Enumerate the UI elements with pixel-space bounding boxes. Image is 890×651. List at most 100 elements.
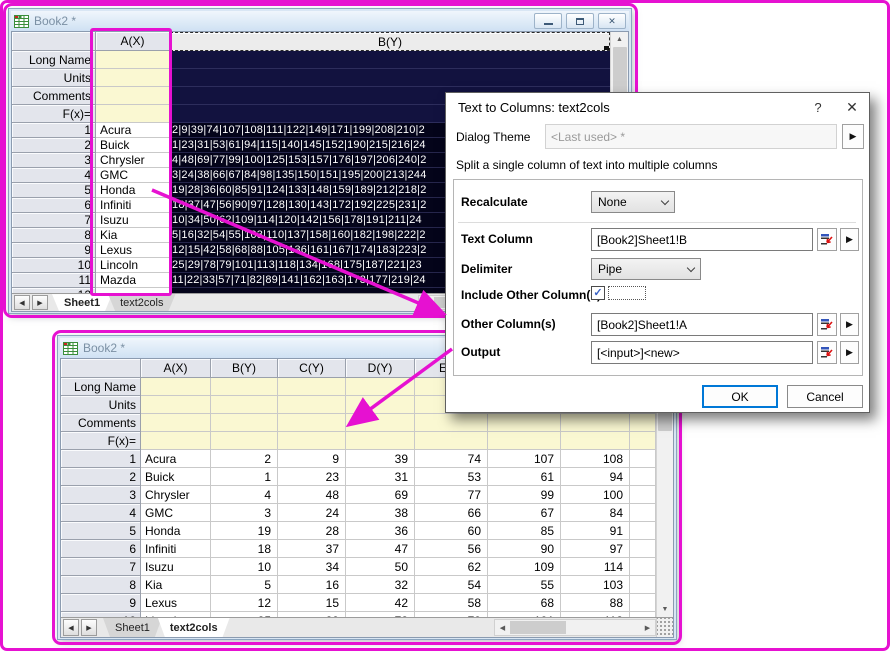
cell-empty[interactable] (630, 504, 656, 522)
label-cell[interactable] (346, 396, 415, 414)
row-label[interactable]: Units (12, 69, 96, 87)
row-number[interactable]: 2 (61, 468, 141, 486)
other-columns-flyout-button[interactable]: ▶ (840, 313, 859, 336)
label-cell[interactable] (211, 396, 278, 414)
cell-value[interactable]: 34 (278, 558, 346, 576)
titlebar[interactable]: Book2 * ✕ (11, 11, 629, 31)
delimiter-dropdown[interactable]: Pipe (591, 258, 701, 280)
label-cell[interactable] (415, 432, 488, 450)
recalculate-dropdown[interactable]: None (591, 191, 675, 213)
row-number[interactable]: 4 (61, 504, 141, 522)
cell-value[interactable]: 5 (211, 576, 278, 594)
row-number[interactable]: 11 (12, 273, 96, 288)
label-cell[interactable] (630, 414, 656, 432)
cell-car-name[interactable]: Honda (141, 522, 211, 540)
row-number[interactable]: 5 (12, 183, 96, 198)
horizontal-scrollbar[interactable]: ◀ ▶ (494, 619, 656, 636)
row-label[interactable]: Comments (61, 414, 141, 432)
label-cell[interactable] (278, 378, 346, 396)
cell-value[interactable]: 36 (346, 522, 415, 540)
label-cell[interactable] (141, 396, 211, 414)
theme-flyout-button[interactable]: ▶ (842, 124, 864, 149)
scroll-left-icon[interactable]: ◀ (419, 296, 434, 309)
cell-value[interactable]: 94 (561, 468, 630, 486)
row-number[interactable]: 7 (12, 213, 96, 228)
text-column-picker-button[interactable] (817, 228, 837, 251)
corner-header[interactable] (61, 359, 141, 378)
cell-car-name[interactable]: Isuzu (141, 558, 211, 576)
column-header[interactable]: A(X) (141, 359, 211, 378)
column-header[interactable]: D(Y) (346, 359, 415, 378)
cell-value[interactable]: 97 (561, 540, 630, 558)
cell-value[interactable]: 16 (278, 576, 346, 594)
cell-value[interactable]: 15 (278, 594, 346, 612)
label-cell[interactable] (96, 105, 170, 123)
tab-next-icon[interactable]: ▶ (81, 619, 97, 636)
cell-value[interactable]: 84 (561, 504, 630, 522)
cell-value[interactable]: 108 (561, 450, 630, 468)
row-number[interactable]: 5 (61, 522, 141, 540)
label-cell[interactable] (561, 432, 630, 450)
cell-value[interactable]: 91 (561, 522, 630, 540)
cell-car-name[interactable]: Honda (96, 183, 170, 198)
cell-value[interactable]: 66 (415, 504, 488, 522)
include-other-columns-checkbox[interactable]: ✓ (591, 286, 605, 300)
label-cell-selected[interactable] (170, 51, 610, 69)
cell-car-name[interactable]: Isuzu (96, 213, 170, 228)
cell-value[interactable]: 54 (415, 576, 488, 594)
cell-car-name[interactable]: Acura (141, 450, 211, 468)
cell-car-name[interactable]: Infiniti (96, 198, 170, 213)
cell-car-name[interactable]: Kia (96, 228, 170, 243)
cell-car-name[interactable]: Buick (96, 138, 170, 153)
tab-prev-icon[interactable]: ◀ (63, 619, 79, 636)
label-cell[interactable] (211, 414, 278, 432)
cell-value[interactable]: 53 (415, 468, 488, 486)
cell-value[interactable]: 90 (488, 540, 561, 558)
cell-value[interactable]: 1 (211, 468, 278, 486)
cell-value[interactable]: 99 (488, 486, 561, 504)
row-label[interactable]: F(x)= (12, 105, 96, 123)
cell-value[interactable]: 50 (346, 558, 415, 576)
row-number[interactable]: 4 (12, 168, 96, 183)
row-number[interactable]: 6 (12, 198, 96, 213)
row-number[interactable]: 9 (12, 243, 96, 258)
row-number[interactable]: 1 (12, 123, 96, 138)
cell-value[interactable]: 68 (488, 594, 561, 612)
dialog-theme-input[interactable]: <Last used> * (545, 124, 837, 149)
cell-car-name[interactable]: GMC (141, 504, 211, 522)
row-number[interactable]: 3 (12, 153, 96, 168)
corner-header[interactable] (12, 32, 96, 51)
label-cell[interactable] (415, 414, 488, 432)
column-header[interactable]: C(Y) (278, 359, 346, 378)
label-cell[interactable] (96, 69, 170, 87)
cell-value[interactable]: 32 (346, 576, 415, 594)
cell-car-name[interactable]: Chrysler (96, 153, 170, 168)
other-columns-input[interactable]: [Book2]Sheet1!A (591, 313, 813, 336)
other-columns-picker-button[interactable] (817, 313, 837, 336)
cell-empty[interactable] (630, 594, 656, 612)
cell-value[interactable]: 55 (488, 576, 561, 594)
cell-empty[interactable] (630, 450, 656, 468)
minimize-button[interactable] (534, 13, 562, 29)
cell-value[interactable]: 23 (278, 468, 346, 486)
label-cell[interactable] (346, 432, 415, 450)
help-button[interactable]: ? (801, 93, 835, 122)
cell-car-name[interactable]: Lexus (141, 594, 211, 612)
scroll-left-icon[interactable]: ◀ (495, 620, 510, 635)
row-number[interactable]: 6 (61, 540, 141, 558)
text-column-input[interactable]: [Book2]Sheet1!B (591, 228, 813, 251)
resize-grip[interactable] (656, 618, 673, 637)
maximize-button[interactable] (566, 13, 594, 29)
cell-value[interactable]: 48 (278, 486, 346, 504)
label-cell[interactable] (630, 432, 656, 450)
row-number[interactable]: 9 (61, 594, 141, 612)
label-cell[interactable] (346, 414, 415, 432)
label-cell[interactable] (278, 414, 346, 432)
row-label[interactable]: F(x)= (61, 432, 141, 450)
label-cell[interactable] (278, 396, 346, 414)
cell-empty[interactable] (630, 522, 656, 540)
dialog-close-icon[interactable]: ✕ (835, 93, 869, 122)
cell-value[interactable]: 3 (211, 504, 278, 522)
cell-value[interactable]: 24 (278, 504, 346, 522)
scrollbar-thumb[interactable] (510, 621, 566, 634)
